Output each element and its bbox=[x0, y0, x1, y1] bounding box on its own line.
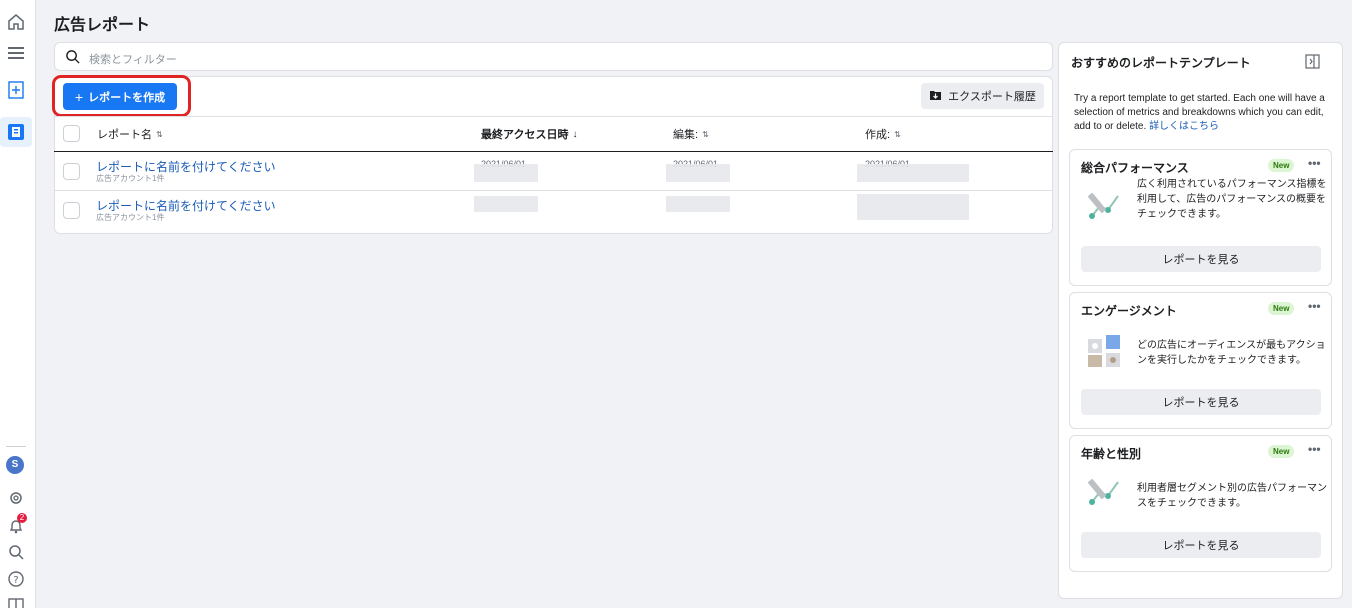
settings-gear-icon[interactable] bbox=[6, 488, 26, 508]
column-label: 最終アクセス日時 bbox=[481, 129, 569, 141]
page-title: 広告レポート bbox=[54, 17, 151, 34]
column-header-edited[interactable]: 編集: ⇅ bbox=[673, 126, 709, 142]
learn-more-link[interactable]: 詳しくはこちら bbox=[1149, 121, 1219, 132]
engagement-grid-illustration-icon bbox=[1086, 333, 1122, 369]
plus-icon: + bbox=[74, 88, 84, 105]
report-account-count: 広告アカウント1件 bbox=[96, 213, 165, 222]
template-description: 利用者層セグメント別の広告パフォーマンスをチェックできます。 bbox=[1137, 483, 1327, 509]
account-avatar[interactable]: S bbox=[6, 456, 24, 474]
redaction-blur bbox=[857, 194, 969, 220]
export-history-label: エクスポート履歴 bbox=[948, 91, 1036, 103]
search-icon[interactable] bbox=[6, 542, 26, 562]
search-placeholder: 検索とフィルター bbox=[89, 54, 177, 66]
column-header-created[interactable]: 作成: ⇅ bbox=[865, 126, 901, 142]
panel-toggle-icon[interactable] bbox=[6, 596, 26, 608]
add-report-icon[interactable] bbox=[6, 80, 26, 100]
column-header-last-accessed[interactable]: 最終アクセス日時 ↓ bbox=[481, 126, 577, 142]
select-all-checkbox[interactable] bbox=[63, 125, 80, 142]
view-report-button[interactable]: レポートを見る bbox=[1081, 246, 1321, 272]
redaction-blur bbox=[474, 196, 538, 212]
view-report-button[interactable]: レポートを見る bbox=[1081, 532, 1321, 558]
more-options-icon[interactable]: ••• bbox=[1308, 156, 1321, 170]
redaction-blur bbox=[857, 164, 969, 182]
template-title: 年齢と性別 bbox=[1081, 447, 1142, 461]
more-options-icon[interactable]: ••• bbox=[1308, 442, 1321, 456]
export-download-icon bbox=[929, 89, 942, 104]
menu-icon[interactable] bbox=[6, 43, 26, 63]
panel-description: Try a report template to get started. Ea… bbox=[1074, 92, 1336, 134]
new-badge: New bbox=[1268, 445, 1295, 458]
row-checkbox[interactable] bbox=[63, 202, 80, 219]
template-title: 総合パフォーマンス bbox=[1081, 161, 1189, 175]
search-icon bbox=[65, 49, 80, 64]
create-report-button[interactable]: + レポートを作成 bbox=[63, 83, 177, 110]
home-icon[interactable] bbox=[6, 12, 26, 32]
template-title: エンゲージメント bbox=[1081, 304, 1177, 318]
new-badge: New bbox=[1268, 302, 1295, 315]
rail-divider bbox=[6, 446, 26, 447]
template-description: 広く利用されているパフォーマンス指標を利用して、広告のパフォーマンスの概要をチェ… bbox=[1137, 179, 1327, 220]
svg-text:?: ? bbox=[13, 575, 18, 586]
report-account-count: 広告アカウント1件 bbox=[96, 174, 165, 183]
export-history-button[interactable]: エクスポート履歴 bbox=[921, 83, 1044, 109]
notification-count-badge: 2 bbox=[17, 513, 27, 523]
column-header-report-name[interactable]: レポート名 ⇅ bbox=[97, 126, 163, 142]
row-checkbox[interactable] bbox=[63, 163, 80, 180]
sort-down-arrow-icon: ↓ bbox=[572, 128, 578, 140]
template-card-engagement: エンゲージメント New ••• どの広告にオーディエンスが最もアクションを実行… bbox=[1069, 292, 1332, 429]
template-description: どの広告にオーディエンスが最もアクションを実行したかをチェックできます。 bbox=[1137, 340, 1326, 366]
left-nav-rail: S 2 ? bbox=[0, 0, 36, 608]
help-icon[interactable]: ? bbox=[6, 569, 26, 589]
ads-reporting-icon[interactable] bbox=[6, 122, 26, 142]
template-card-age-gender: 年齢と性別 New ••• 利用者層セグメント別の広告パフォーマンスをチェックで… bbox=[1069, 435, 1332, 572]
column-label: 編集: bbox=[673, 129, 699, 141]
row-divider bbox=[54, 190, 1053, 191]
sort-arrows-icon: ⇅ bbox=[156, 129, 163, 139]
redaction-blur bbox=[666, 164, 730, 182]
line-chart-illustration-icon bbox=[1086, 188, 1122, 224]
sort-arrows-icon: ⇅ bbox=[894, 129, 901, 139]
create-report-label: レポートを作成 bbox=[88, 91, 166, 104]
more-options-icon[interactable]: ••• bbox=[1308, 299, 1321, 313]
search-filter-bar[interactable]: 検索とフィルター bbox=[54, 42, 1053, 71]
redaction-blur bbox=[666, 196, 730, 212]
new-badge: New bbox=[1268, 159, 1295, 172]
collapse-panel-icon[interactable] bbox=[1305, 54, 1320, 69]
template-card-overall-performance: 総合パフォーマンス New ••• 広く利用されているパフォーマンス指標を利用し… bbox=[1069, 149, 1332, 286]
column-label: レポート名 bbox=[97, 129, 152, 141]
redaction-blur bbox=[474, 164, 538, 182]
line-chart-illustration-icon bbox=[1086, 474, 1122, 510]
view-report-button[interactable]: レポートを見る bbox=[1081, 389, 1321, 415]
panel-title: おすすめのレポートテンプレート bbox=[1071, 56, 1251, 70]
sort-arrows-icon: ⇅ bbox=[702, 129, 709, 139]
column-label: 作成: bbox=[865, 129, 891, 141]
